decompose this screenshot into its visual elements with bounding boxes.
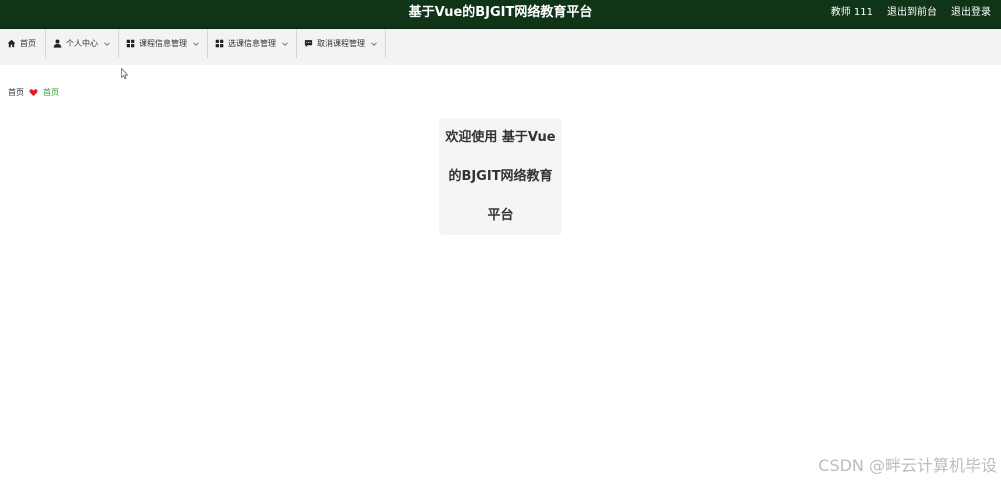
menu-item-personal-center[interactable]: 个人中心 [46, 29, 119, 58]
menu-item-label: 首页 [20, 39, 36, 48]
chevron-down-icon [192, 40, 200, 48]
watermark: CSDN @畔云计算机毕设 [818, 456, 997, 475]
breadcrumb: 首页 首页 [8, 86, 59, 98]
welcome-card: 欢迎使用 基于Vue 的BJGIT网络教育 平台 [439, 118, 562, 235]
user-icon [53, 39, 62, 48]
exit-to-front-link[interactable]: 退出到前台 [887, 0, 937, 28]
menu-item-label: 课程信息管理 [139, 39, 187, 48]
breadcrumb-home[interactable]: 首页 [8, 87, 24, 98]
menu-item-course-info[interactable]: 课程信息管理 [119, 29, 208, 58]
user-label: 教师 111 [830, 7, 873, 18]
welcome-text-line: 的BJGIT网络教育 [448, 169, 553, 184]
menu-item-label: 取消课程管理 [317, 39, 365, 48]
top-header: 基于Vue的BJGIT网络教育平台 教师 111 退出到前台 退出登录 [0, 0, 1001, 29]
logout-link[interactable]: 退出登录 [951, 0, 991, 28]
chevron-down-icon [103, 40, 111, 48]
menu-item-selection-info[interactable]: 选课信息管理 [208, 29, 297, 58]
menu-item-label: 选课信息管理 [228, 39, 276, 48]
home-icon [7, 39, 16, 48]
heart-icon [29, 88, 38, 97]
chevron-down-icon [281, 40, 289, 48]
menu-item-label: 个人中心 [66, 39, 98, 48]
header-user-links: 教师 111 退出到前台 退出登录 [831, 0, 991, 28]
welcome-text-line: 欢迎使用 基于Vue [445, 130, 556, 145]
grid-icon [126, 39, 135, 48]
welcome-text-line: 平台 [487, 208, 514, 223]
chevron-down-icon [370, 40, 378, 48]
grid-icon [215, 39, 224, 48]
breadcrumb-current: 首页 [43, 87, 59, 97]
chat-icon [304, 39, 313, 48]
nav-menu: 首页 个人中心 课程信息管理 选课信息管理 取消课程管理 [0, 29, 1001, 58]
nav-menubar: 首页 个人中心 课程信息管理 选课信息管理 取消课程管理 [0, 29, 1001, 65]
menu-item-cancel-course[interactable]: 取消课程管理 [297, 29, 386, 58]
menu-item-home[interactable]: 首页 [0, 29, 46, 58]
mouse-cursor-icon [121, 65, 129, 80]
